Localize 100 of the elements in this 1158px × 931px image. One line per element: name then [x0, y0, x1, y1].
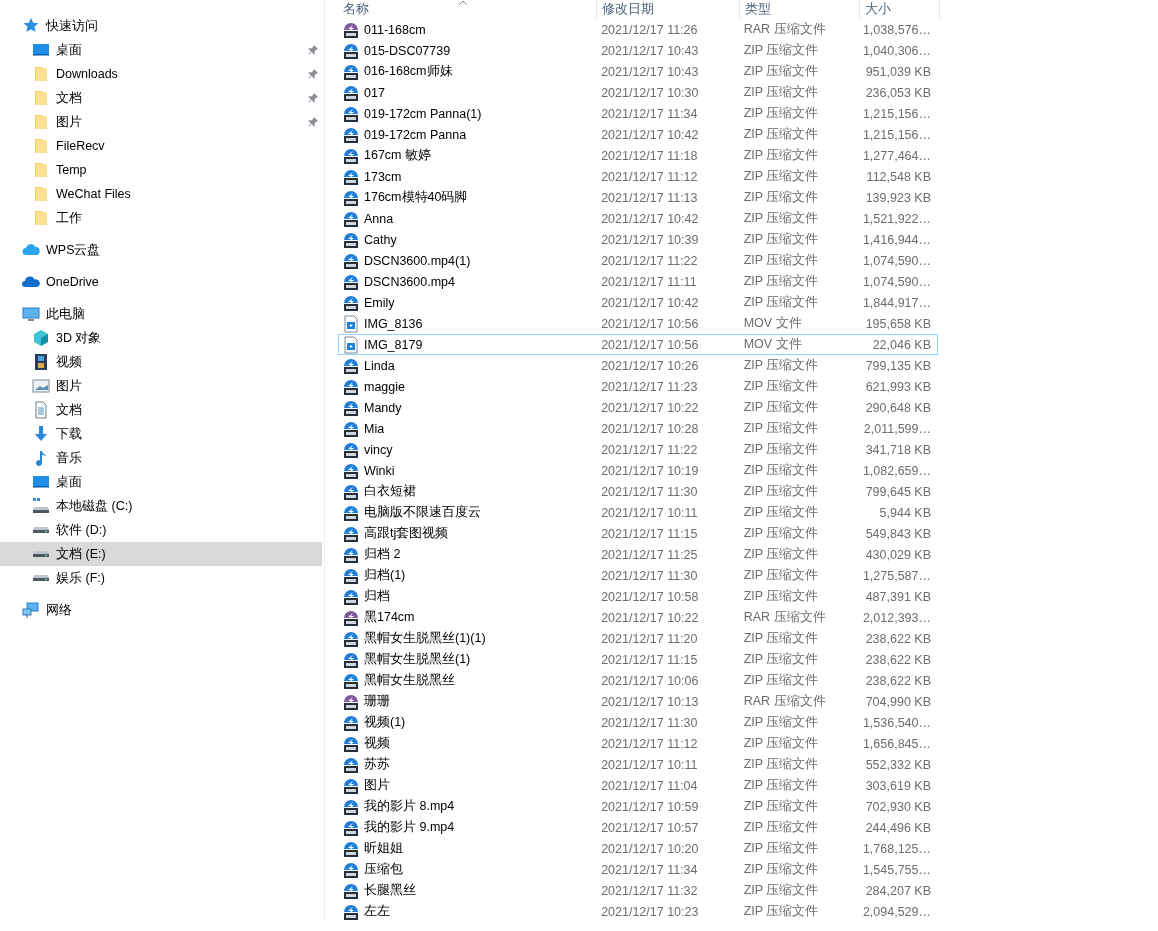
file-row[interactable]: IMG_8179 2021/12/17 10:56 MOV 文件 22,046 KB: [338, 334, 938, 355]
file-row[interactable]: 黑帽女生脱黑丝(1) 2021/12/17 11:15 ZIP 压缩文件 238,622 KB: [338, 649, 938, 670]
file-row[interactable]: 苏苏 2021/12/17 10:11 ZIP 压缩文件 552,332 KB: [338, 754, 938, 775]
file-row[interactable]: DSCN3600.mp4(1) 2021/12/17 11:22 ZIP 压缩文件 1,074,590…: [338, 250, 938, 271]
file-row[interactable]: 白衣短裙 2021/12/17 11:30 ZIP 压缩文件 799,645 KB: [338, 481, 938, 502]
file-row[interactable]: 176cm模特40码脚 2021/12/17 11:13 ZIP 压缩文件 139,923 KB: [338, 187, 938, 208]
file-name: 长腿黑丝: [364, 882, 416, 899]
zip-file-icon: [342, 524, 360, 543]
file-size: 303,619 KB: [864, 778, 932, 793]
file-type: ZIP 压缩文件: [742, 420, 820, 437]
sidebar-item[interactable]: 快速访问: [0, 14, 322, 38]
sidebar-item[interactable]: WeChat Files: [0, 182, 322, 206]
modified-date: 2021/12/17 11:22: [600, 253, 699, 268]
folder-icon: [32, 185, 50, 203]
sidebar-item[interactable]: 桌面: [0, 38, 322, 62]
file-size: 1,844,917…: [861, 295, 932, 310]
sidebar-item[interactable]: OneDrive: [0, 270, 322, 294]
rar-file-icon: [342, 20, 360, 39]
file-row[interactable]: 压缩包 2021/12/17 11:34 ZIP 压缩文件 1,545,755…: [338, 859, 938, 880]
sidebar-item[interactable]: 文档: [0, 398, 322, 422]
file-row[interactable]: 我的影片 8.mp4 2021/12/17 10:59 ZIP 压缩文件 702,930 KB: [338, 796, 938, 817]
film-icon: [32, 353, 50, 371]
file-row[interactable]: IMG_8136 2021/12/17 10:56 MOV 文件 195,658 KB: [338, 313, 938, 334]
column-header[interactable]: 名称: [338, 0, 597, 19]
modified-date: 2021/12/17 11:12: [600, 169, 699, 184]
file-row[interactable]: 归档 2021/12/17 10:58 ZIP 压缩文件 487,391 KB: [338, 586, 938, 607]
sidebar-item[interactable]: Temp: [0, 158, 322, 182]
file-row[interactable]: Winki 2021/12/17 10:19 ZIP 压缩文件 1,082,659…: [338, 460, 938, 481]
zip-file-icon: [342, 755, 360, 774]
file-size: 2,012,393…: [861, 610, 932, 625]
file-row[interactable]: Anna 2021/12/17 10:42 ZIP 压缩文件 1,521,922…: [338, 208, 938, 229]
file-row[interactable]: 归档(1) 2021/12/17 11:30 ZIP 压缩文件 1,275,587…: [338, 565, 938, 586]
file-row[interactable]: 017 2021/12/17 10:30 ZIP 压缩文件 236,053 KB: [338, 82, 938, 103]
sidebar-item[interactable]: 音乐: [0, 446, 322, 470]
sidebar-item[interactable]: FileRecv: [0, 134, 322, 158]
file-row[interactable]: 黑174cm 2021/12/17 10:22 RAR 压缩文件 2,012,393…: [338, 607, 938, 628]
zip-file-icon: [342, 902, 360, 921]
file-row[interactable]: 015-DSC07739 2021/12/17 10:43 ZIP 压缩文件 1,040,306…: [338, 40, 938, 61]
modified-date: 2021/12/17 10:58: [600, 589, 700, 604]
sidebar-item[interactable]: 3D 对象: [0, 326, 322, 350]
file-size: 799,645 KB: [864, 484, 932, 499]
sidebar-item[interactable]: 网络: [0, 598, 322, 622]
modified-date: 2021/12/17 11:32: [600, 883, 699, 898]
sidebar-item[interactable]: 下载: [0, 422, 322, 446]
file-row[interactable]: 黑帽女生脱黑丝 2021/12/17 10:06 ZIP 压缩文件 238,622 KB: [338, 670, 938, 691]
file-row[interactable]: 高跟tj套图视频 2021/12/17 11:15 ZIP 压缩文件 549,843 KB: [338, 523, 938, 544]
file-row[interactable]: 归档 2 2021/12/17 11:25 ZIP 压缩文件 430,029 KB: [338, 544, 938, 565]
file-row[interactable]: 167cm 敏婷 2021/12/17 11:18 ZIP 压缩文件 1,277,464…: [338, 145, 938, 166]
file-row[interactable]: 016-168cm师妹 2021/12/17 10:43 ZIP 压缩文件 951,039 KB: [338, 61, 938, 82]
sidebar-item[interactable]: 文档: [0, 86, 322, 110]
file-type: ZIP 压缩文件: [742, 588, 820, 605]
file-row[interactable]: 视频 2021/12/17 11:12 ZIP 压缩文件 1,656,845…: [338, 733, 938, 754]
sidebar-item[interactable]: 图片: [0, 110, 322, 134]
sidebar-item[interactable]: 软件 (D:): [0, 518, 322, 542]
file-name: 黑174cm: [364, 609, 415, 626]
rar-file-icon: [342, 692, 360, 711]
file-row[interactable]: Cathy 2021/12/17 10:39 ZIP 压缩文件 1,416,944…: [338, 229, 938, 250]
file-type: ZIP 压缩文件: [742, 735, 820, 752]
zip-file-icon: [342, 146, 360, 165]
file-row[interactable]: Mia 2021/12/17 10:28 ZIP 压缩文件 2,011,599…: [338, 418, 938, 439]
sidebar-item[interactable]: 视频: [0, 350, 322, 374]
file-row[interactable]: DSCN3600.mp4 2021/12/17 11:11 ZIP 压缩文件 1,074,590…: [338, 271, 938, 292]
column-header[interactable]: 修改日期: [597, 0, 740, 19]
file-row[interactable]: vincy 2021/12/17 11:22 ZIP 压缩文件 341,718 KB: [338, 439, 938, 460]
column-header[interactable]: 大小: [860, 0, 940, 19]
file-row[interactable]: Mandy 2021/12/17 10:22 ZIP 压缩文件 290,648 KB: [338, 397, 938, 418]
modified-date: 2021/12/17 11:22: [600, 442, 699, 457]
file-row[interactable]: 我的影片 9.mp4 2021/12/17 10:57 ZIP 压缩文件 244,496 KB: [338, 817, 938, 838]
sidebar-item[interactable]: 桌面: [0, 470, 322, 494]
column-header[interactable]: 类型: [740, 0, 860, 19]
file-row[interactable]: 昕姐姐 2021/12/17 10:20 ZIP 压缩文件 1,768,125…: [338, 838, 938, 859]
zip-file-icon: [342, 440, 360, 459]
file-row[interactable]: 019-172cm Panna 2021/12/17 10:42 ZIP 压缩文件 1,215,156…: [338, 124, 938, 145]
file-row[interactable]: maggie 2021/12/17 11:23 ZIP 压缩文件 621,993 KB: [338, 376, 938, 397]
file-row[interactable]: 019-172cm Panna(1) 2021/12/17 11:34 ZIP 压缩文件 1,215,156…: [338, 103, 938, 124]
file-row[interactable]: 黑帽女生脱黑丝(1)(1) 2021/12/17 11:20 ZIP 压缩文件 238,622 KB: [338, 628, 938, 649]
sidebar-item[interactable]: WPS云盘: [0, 238, 322, 262]
sidebar-item[interactable]: Downloads: [0, 62, 322, 86]
sidebar-item[interactable]: 文档 (E:): [0, 542, 322, 566]
file-row[interactable]: 图片 2021/12/17 11:04 ZIP 压缩文件 303,619 KB: [338, 775, 938, 796]
sidebar-item[interactable]: 本地磁盘 (C:): [0, 494, 322, 518]
zip-file-icon: [342, 713, 360, 732]
zip-file-icon: [342, 293, 360, 312]
file-row[interactable]: 视频(1) 2021/12/17 11:30 ZIP 压缩文件 1,536,540…: [338, 712, 938, 733]
file-type: MOV 文件: [742, 336, 803, 353]
file-row[interactable]: 173cm 2021/12/17 11:12 ZIP 压缩文件 112,548 KB: [338, 166, 938, 187]
sidebar-item[interactable]: 娱乐 (F:): [0, 566, 322, 590]
file-row[interactable]: Emily 2021/12/17 10:42 ZIP 压缩文件 1,844,917…: [338, 292, 938, 313]
file-row[interactable]: 电脑版不限速百度云 2021/12/17 10:11 ZIP 压缩文件 5,944 KB: [338, 502, 938, 523]
modified-date: 2021/12/17 10:56: [600, 337, 700, 352]
sidebar-item[interactable]: 图片: [0, 374, 322, 398]
modified-date: 2021/12/17 10:43: [600, 64, 700, 79]
sidebar-item[interactable]: 工作: [0, 206, 322, 230]
file-row[interactable]: Linda 2021/12/17 10:26 ZIP 压缩文件 799,135 KB: [338, 355, 938, 376]
file-row[interactable]: 珊珊 2021/12/17 10:13 RAR 压缩文件 704,990 KB: [338, 691, 938, 712]
file-row[interactable]: 左左 2021/12/17 10:23 ZIP 压缩文件 2,094,529…: [338, 901, 938, 922]
folder-icon: [32, 113, 50, 131]
sidebar-item[interactable]: 此电脑: [0, 302, 322, 326]
file-row[interactable]: 长腿黑丝 2021/12/17 11:32 ZIP 压缩文件 284,207 KB: [338, 880, 938, 901]
file-row[interactable]: 011-168cm 2021/12/17 11:26 RAR 压缩文件 1,038,576…: [338, 19, 938, 40]
